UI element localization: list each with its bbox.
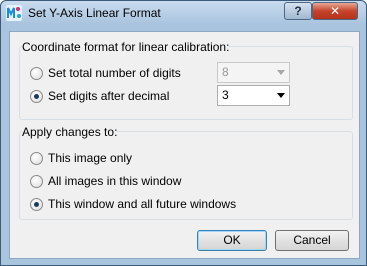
radio-button-icon[interactable] xyxy=(30,89,43,103)
total-digits-value: 8 xyxy=(222,65,229,79)
window-title: Set Y-Axis Linear Format xyxy=(28,6,161,20)
title-bar[interactable]: Set Y-Axis Linear Format ? ✕ xyxy=(1,1,366,25)
decimal-digits-value: 3 xyxy=(222,88,229,102)
radio-digits-after-decimal[interactable]: Set digits after decimal xyxy=(30,88,169,104)
help-button[interactable]: ? xyxy=(284,2,312,20)
radio-total-digits-label: Set total number of digits xyxy=(48,66,181,80)
radio-all-images-label: All images in this window xyxy=(48,174,182,188)
apply-changes-label: Apply changes to: xyxy=(22,125,118,139)
radio-button-icon[interactable] xyxy=(30,197,43,211)
coordinate-format-label: Coordinate format for linear calibration… xyxy=(22,40,230,54)
chevron-down-icon xyxy=(277,93,285,98)
radio-future-windows[interactable]: This window and all future windows xyxy=(30,196,236,212)
decimal-digits-select[interactable]: 3 xyxy=(217,85,290,106)
radio-button-icon[interactable] xyxy=(30,151,43,165)
total-digits-select: 8 xyxy=(217,62,290,83)
cancel-button[interactable]: Cancel xyxy=(275,230,349,251)
chevron-down-icon xyxy=(277,70,285,75)
radio-all-images[interactable]: All images in this window xyxy=(30,173,181,189)
radio-button-icon[interactable] xyxy=(30,66,43,80)
radio-future-windows-label: This window and all future windows xyxy=(48,197,237,211)
radio-total-digits[interactable]: Set total number of digits xyxy=(30,65,181,81)
close-button[interactable]: ✕ xyxy=(312,2,358,20)
ok-button[interactable]: OK xyxy=(197,230,267,251)
radio-this-image-only[interactable]: This image only xyxy=(30,150,132,166)
help-icon: ? xyxy=(294,4,302,18)
radio-button-icon[interactable] xyxy=(30,174,43,188)
dialog-body: Coordinate format for linear calibration… xyxy=(9,31,360,259)
coordinate-format-group xyxy=(19,46,353,120)
radio-this-image-label: This image only xyxy=(48,151,133,165)
dialog-window: Set Y-Axis Linear Format ? ✕ Coordinate … xyxy=(0,0,367,266)
radio-digits-after-decimal-label: Set digits after decimal xyxy=(48,89,170,103)
close-icon: ✕ xyxy=(329,4,341,18)
app-icon xyxy=(6,5,22,21)
